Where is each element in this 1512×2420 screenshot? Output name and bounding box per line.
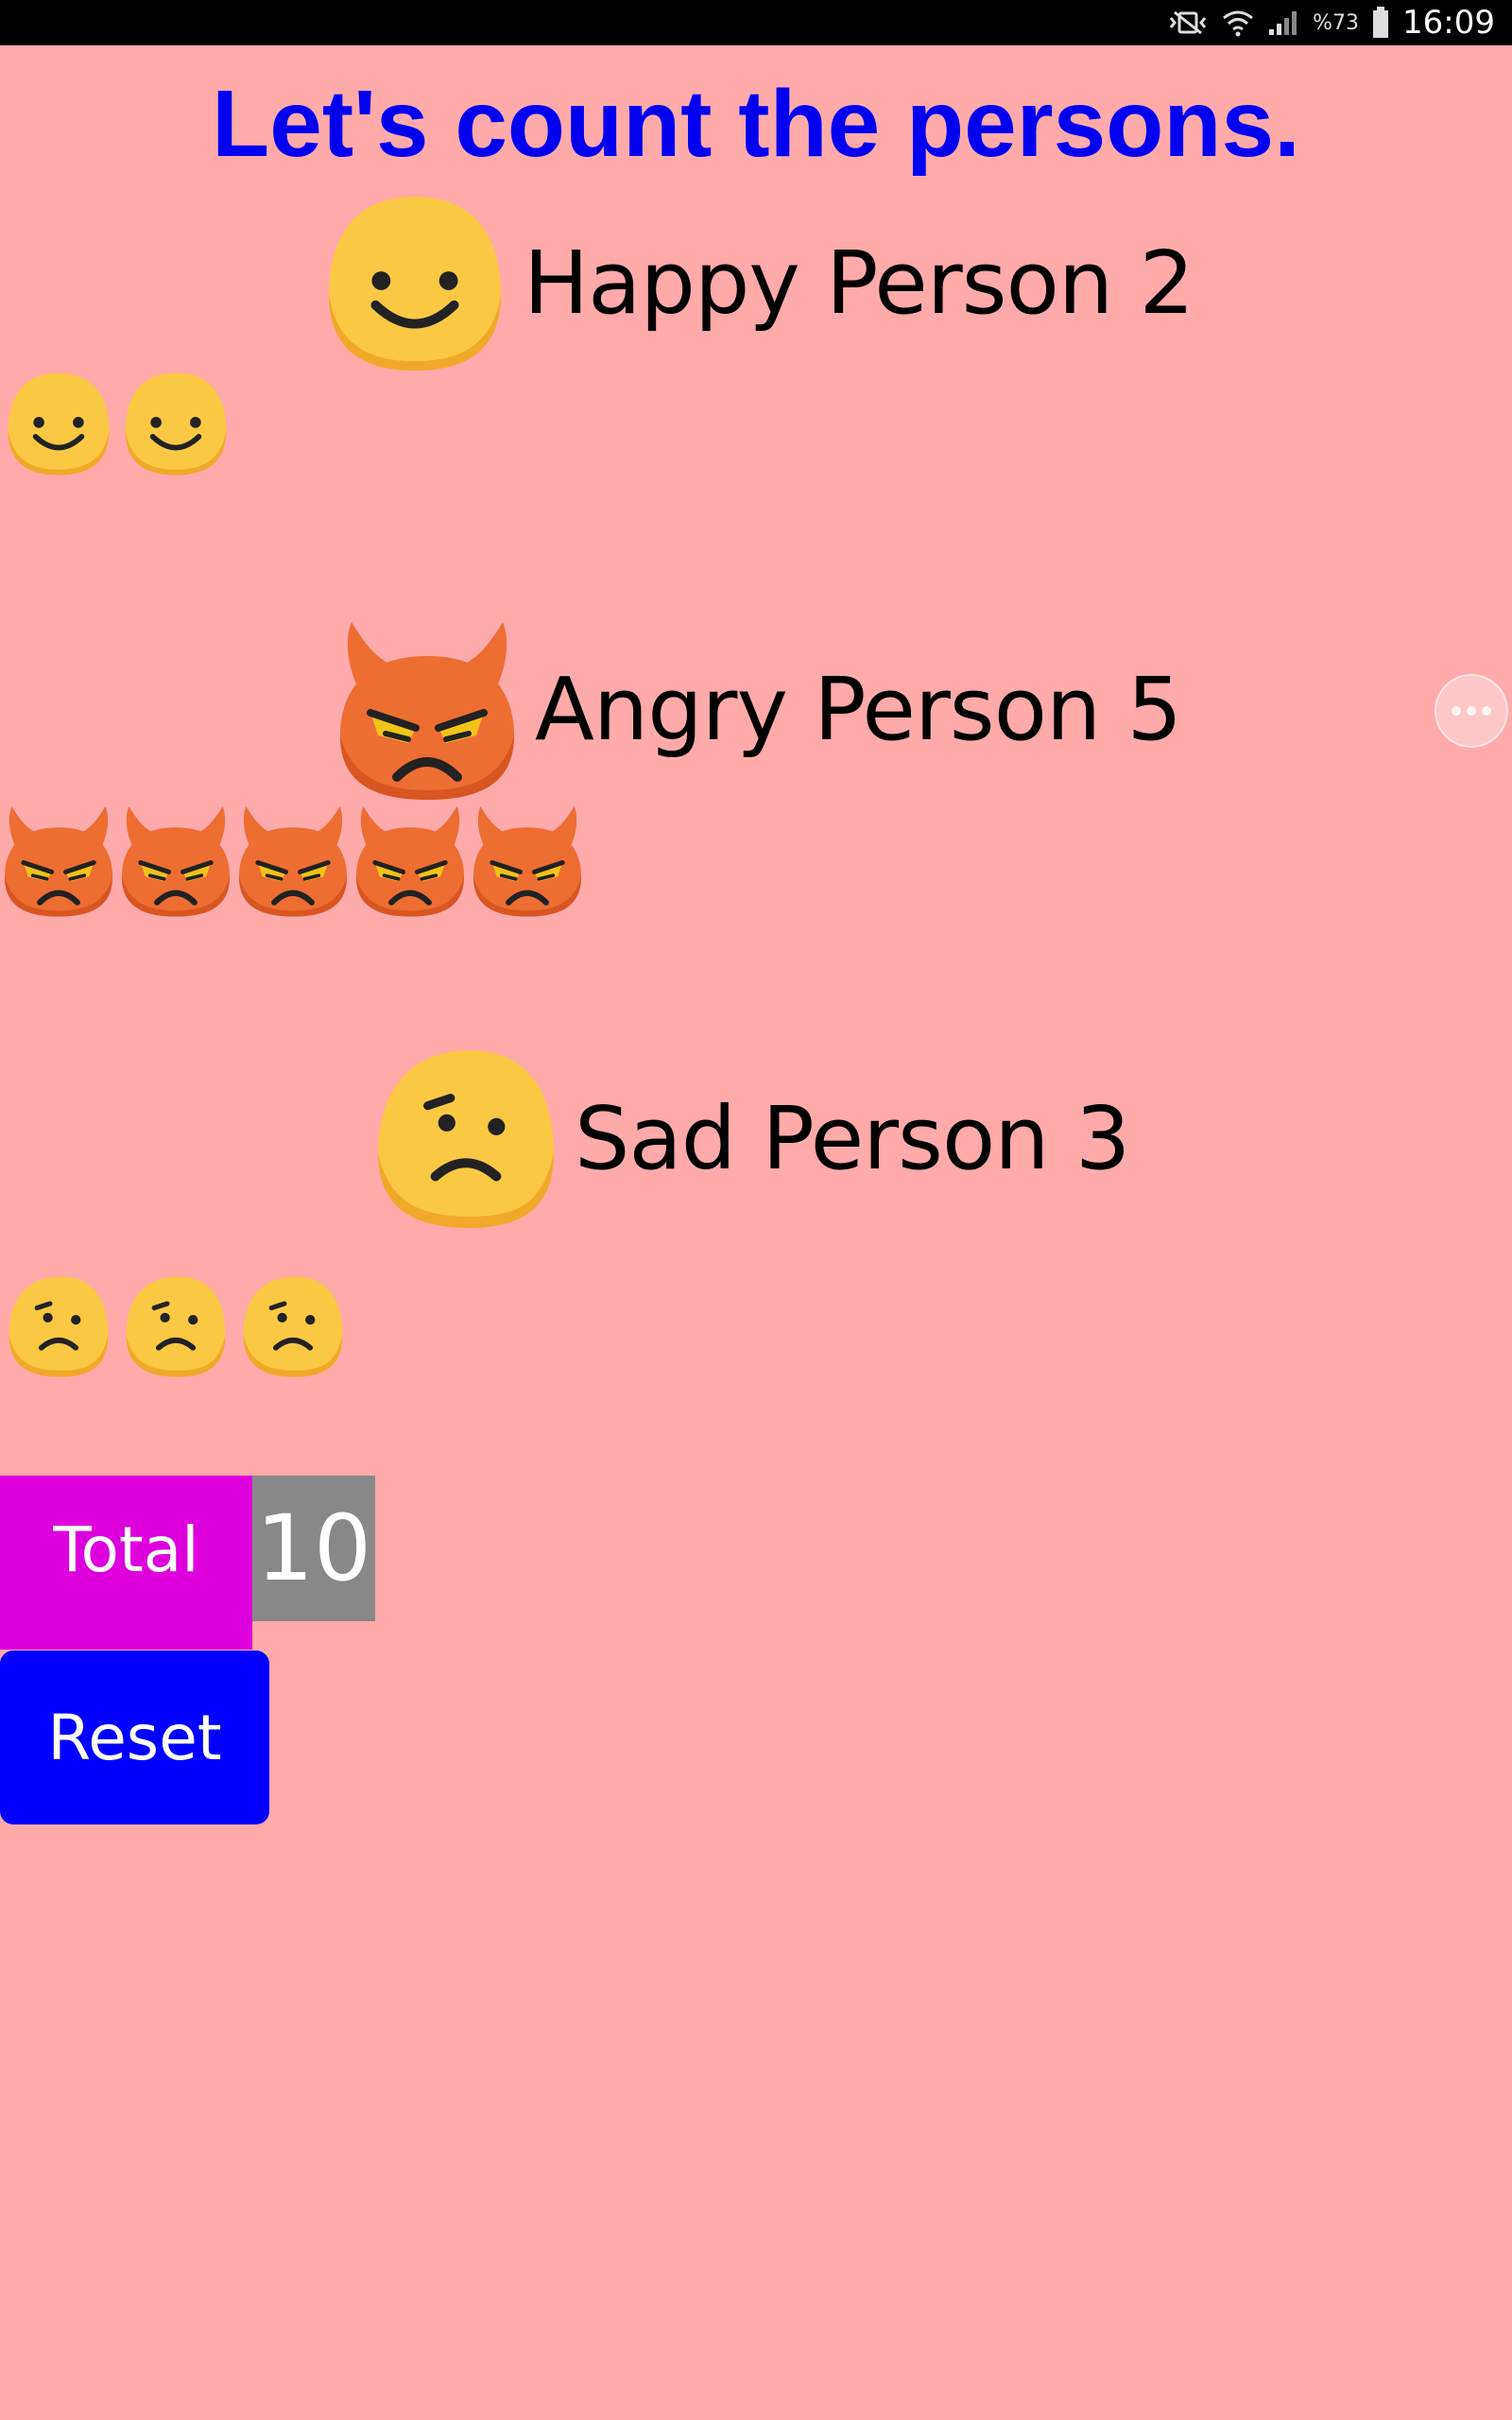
more-dot-icon [1452,706,1461,716]
battery-icon [1372,7,1389,39]
angry-devil-icon [352,802,469,919]
sad-face-icon [370,1043,561,1234]
sad-face-icon [234,1272,352,1380]
total-label: Total [0,1476,252,1650]
sad-emoji-row [0,1272,352,1390]
angry-devil-icon [0,802,117,919]
happy-face-icon [319,189,510,376]
angry-devil-icon [117,802,234,919]
mute-vibrate-icon [1167,9,1209,37]
angry-devil-icon [469,802,586,919]
status-time: 16:09 [1402,4,1495,42]
angry-emoji-row [0,802,586,919]
sad-face-icon [0,1272,117,1380]
status-bar: %73 16:09 [0,0,1512,45]
floating-more-button[interactable] [1435,674,1508,748]
happy-face-icon [0,369,117,478]
angry-label: Angry Person 5 [535,658,1182,760]
angry-devil-icon [234,802,352,919]
more-dot-icon [1467,706,1476,716]
more-dot-icon [1482,706,1491,716]
status-icons: %73 16:09 [1167,0,1495,45]
sad-header: Sad Person 3 [370,1043,1130,1234]
signal-icon [1267,9,1299,37]
total-value: 10 [252,1476,375,1621]
angry-header: Angry Person 5 [333,614,1182,804]
sad-face-icon [117,1272,234,1380]
battery-percent: %73 [1313,10,1360,35]
happy-header: Happy Person 2 [319,189,1194,376]
reset-button[interactable]: Reset [0,1651,269,1824]
angry-devil-icon [333,614,522,804]
sad-label: Sad Person 3 [575,1087,1130,1189]
happy-face-icon [117,369,234,478]
happy-emoji-row [0,369,234,486]
total-label-text: Total [53,1513,199,1586]
happy-label: Happy Person 2 [524,232,1194,334]
page-title: Let's count the persons. [212,71,1300,177]
wifi-icon [1222,9,1254,37]
